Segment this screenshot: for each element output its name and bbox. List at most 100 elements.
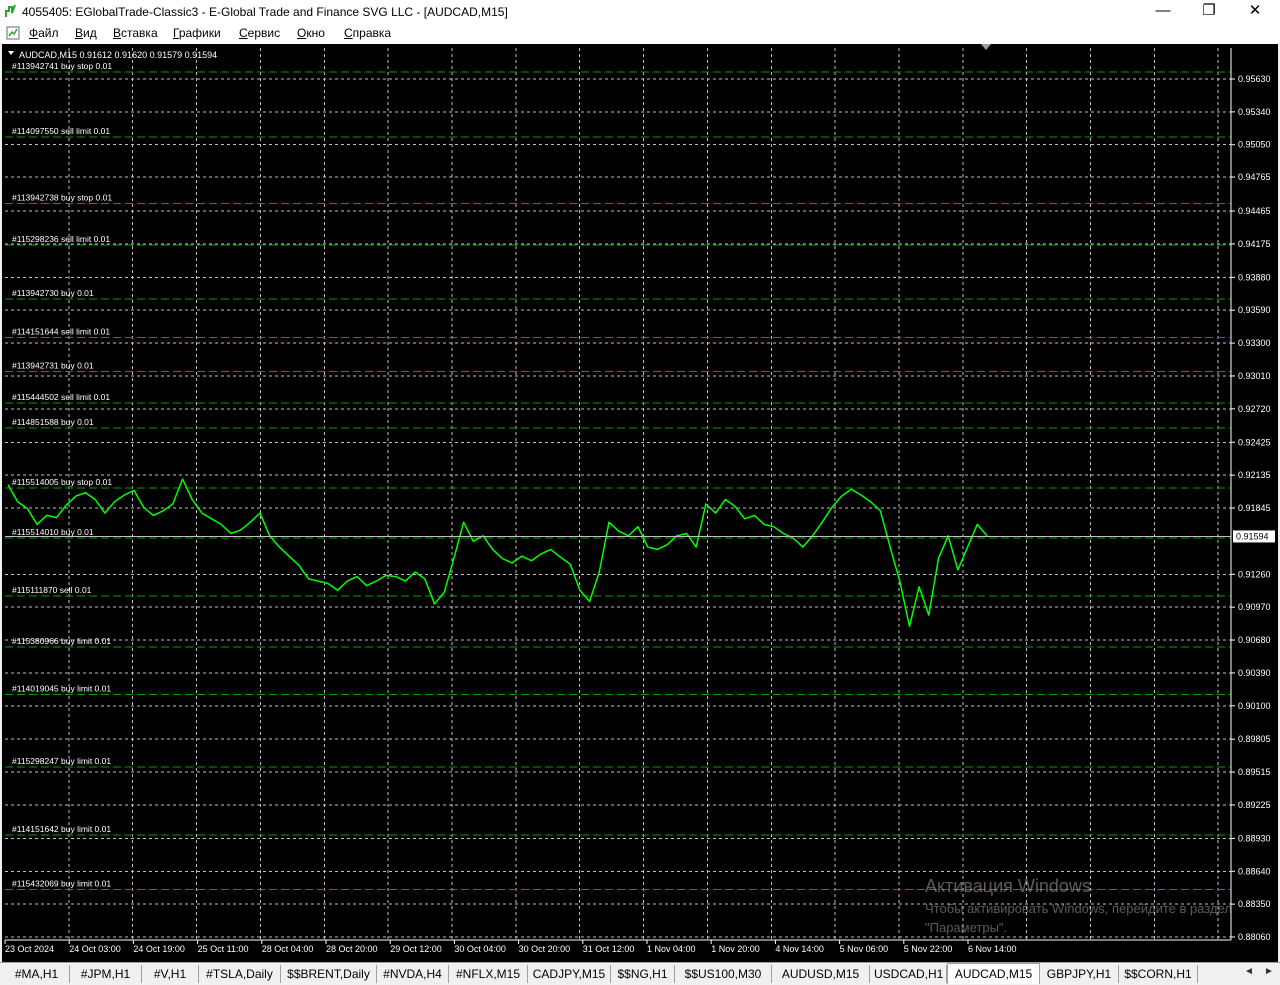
chart-tab[interactable]: #MA,H1 — [4, 965, 70, 983]
chart-tab[interactable]: AUDCAD,M15 — [947, 963, 1040, 984]
time-label: 1 Nov 04:00 — [647, 944, 696, 954]
order-label: #113942741 buy stop 0.01 — [12, 61, 112, 71]
chart-header: AUDCAD,M15 0.91612 0.91620 0.91579 0.915… — [8, 50, 217, 60]
order-label: #115514010 buy 0.01 — [12, 527, 94, 537]
order-label: #113942730 buy 0.01 — [12, 288, 94, 298]
price-label: 0.88060 — [1238, 932, 1271, 942]
menu-file[interactable]: Файл — [29, 26, 59, 40]
title-bar: 4055405: EGlobalTrade-Classic3 - E-Globa… — [0, 0, 1280, 23]
time-label: 1 Nov 20:00 — [711, 944, 760, 954]
price-label: 0.95340 — [1238, 107, 1271, 117]
price-label: 0.90100 — [1238, 701, 1271, 711]
chart-tab[interactable]: #NVDA,H4 — [377, 965, 449, 983]
chart-tab[interactable]: $$NG,H1 — [611, 965, 675, 983]
chart-header-text: AUDCAD,M15 0.91612 0.91620 0.91579 0.915… — [19, 50, 217, 60]
price-label: 0.94465 — [1238, 206, 1271, 216]
menu-view[interactable]: Вид — [75, 26, 97, 40]
order-label: #114851588 buy 0.01 — [12, 417, 94, 427]
menu-tools[interactable]: Сервис — [239, 26, 280, 40]
time-label: 5 Nov 22:00 — [904, 944, 953, 954]
chart-tab[interactable]: GBPJPY,H1 — [1040, 965, 1119, 983]
window-title: 4055405: EGlobalTrade-Classic3 - E-Globa… — [22, 5, 508, 19]
chart-tab[interactable]: #V,H1 — [142, 965, 199, 983]
menu-bar: Файл Вид Вставка Графики Сервис Окно Спр… — [0, 23, 1280, 64]
chart-window-icon[interactable] — [6, 26, 20, 40]
time-label: 5 Nov 06:00 — [840, 944, 889, 954]
chart-tab[interactable]: #NFLX,M15 — [449, 965, 528, 983]
price-label: 0.92720 — [1238, 404, 1271, 414]
time-label: 29 Oct 12:00 — [390, 944, 442, 954]
price-label: 0.92135 — [1238, 470, 1271, 480]
price-label: 0.92425 — [1238, 437, 1271, 447]
price-label: 0.90680 — [1238, 635, 1271, 645]
price-label: 0.93590 — [1238, 305, 1271, 315]
order-label: #115298236 sell limit 0.01 — [12, 234, 110, 244]
price-label: 0.88930 — [1238, 833, 1271, 843]
app-icon — [5, 4, 16, 17]
price-label: 0.94175 — [1238, 239, 1271, 249]
time-label: 24 Oct 03:00 — [69, 944, 121, 954]
price-line-group — [7, 478, 988, 628]
order-label: #113942731 buy 0.01 — [12, 360, 94, 370]
chart-tab[interactable]: $$CORN,H1 — [1119, 965, 1198, 983]
order-label: #114151644 sell limit 0.01 — [12, 326, 110, 336]
time-label: 23 Oct 2024 — [5, 944, 54, 954]
chart-tab[interactable]: $$US100,M30 — [675, 965, 772, 983]
price-label: 0.91845 — [1238, 503, 1271, 513]
time-label: 25 Oct 11:00 — [198, 944, 249, 954]
chart-tab[interactable]: CADJPY,M15 — [528, 965, 611, 983]
price-label: 0.94765 — [1238, 172, 1271, 182]
time-label: 6 Nov 14:00 — [968, 944, 1017, 954]
time-label: 4 Nov 14:00 — [775, 944, 824, 954]
minimize-button[interactable]: — — [1140, 0, 1186, 23]
tabs-scroll-left-icon[interactable]: ◄ — [1244, 966, 1254, 977]
price-label: 0.88350 — [1238, 899, 1271, 909]
menu-charts[interactable]: Графики — [173, 26, 221, 40]
chart-tab[interactable]: USDCAD,H1 — [870, 965, 947, 983]
price-chart[interactable]: #113942741 buy stop 0.01 #114097550 sell … — [2, 44, 1278, 962]
price-label: 0.88640 — [1238, 866, 1271, 876]
maximize-button[interactable]: ❐ — [1186, 0, 1232, 23]
order-label: #113942738 buy stop 0.01 — [12, 193, 112, 203]
chart-axes: 0.95630 0.95340 0.95050 0.94765 0.94465 0.941… — [4, 48, 1275, 954]
chart-tab[interactable]: AUDUSD,M15 — [772, 965, 870, 983]
price-label: 0.93300 — [1238, 338, 1271, 348]
price-label: 0.89225 — [1238, 800, 1271, 810]
close-button[interactable]: ✕ — [1232, 0, 1278, 23]
order-label: #115380966 buy limit 0.01 — [12, 636, 111, 646]
time-label: 28 Oct 04:00 — [262, 944, 314, 954]
chart-area[interactable]: #113942741 buy stop 0.01 #114097550 sell … — [2, 44, 1278, 962]
order-label: #114097550 sell limit 0.01 — [12, 126, 110, 136]
chart-tab[interactable]: #JPM,H1 — [70, 965, 142, 983]
order-label: #114019045 buy limit 0.01 — [12, 683, 111, 693]
order-label: #115444502 sell limit 0.01 — [12, 392, 110, 402]
tabs-scroll-right-icon[interactable]: ► — [1264, 966, 1274, 977]
time-label: 30 Oct 20:00 — [519, 944, 571, 954]
price-label: 0.95630 — [1238, 74, 1271, 84]
price-label: 0.93010 — [1238, 371, 1271, 381]
chart-tabs-bar: #MA,H1 #JPM,H1 #V,H1 #TSLA,Daily $$BRENT,Dai… — [0, 962, 1280, 984]
menu-insert[interactable]: Вставка — [113, 26, 158, 40]
chart-collapse-icon[interactable] — [8, 51, 14, 55]
menu-help[interactable]: Справка — [344, 26, 391, 40]
order-label: #115111870 sell 0.01 — [12, 585, 92, 595]
price-label: 0.95050 — [1238, 140, 1271, 150]
chart-tab[interactable]: #TSLA,Daily — [199, 965, 281, 983]
menu-window[interactable]: Окно — [297, 26, 325, 40]
chart-shift-marker[interactable] — [981, 44, 991, 50]
price-label: 0.89805 — [1238, 734, 1271, 744]
price-label: 0.93880 — [1238, 272, 1271, 282]
price-label: 0.90970 — [1238, 602, 1271, 612]
price-label: 0.91260 — [1238, 569, 1271, 579]
time-label: 31 Oct 12:00 — [583, 944, 635, 954]
price-label: 0.89515 — [1238, 767, 1271, 777]
time-label: 28 Oct 20:00 — [326, 944, 378, 954]
time-label: 24 Oct 19:00 — [133, 944, 185, 954]
price-label: 0.90390 — [1238, 668, 1271, 678]
price-line — [7, 478, 988, 628]
order-label: #114151642 buy limit 0.01 — [12, 824, 111, 834]
order-label: #115432069 buy limit 0.01 — [12, 878, 111, 888]
chart-tab[interactable]: $$BRENT,Daily — [281, 965, 377, 983]
order-label: #115298247 buy limit 0.01 — [12, 756, 111, 766]
current-price-label: 0.91594 — [1236, 531, 1269, 541]
